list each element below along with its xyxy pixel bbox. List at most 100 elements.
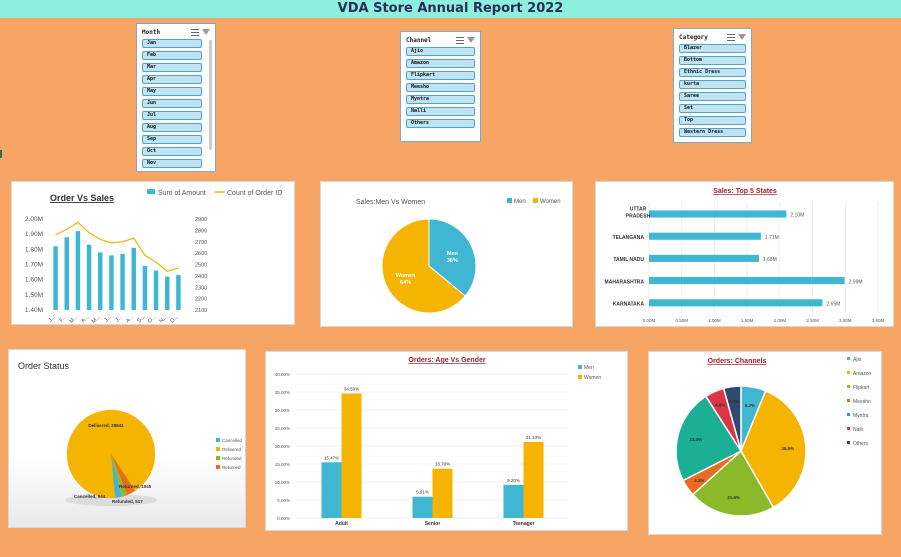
y-tick-label: 1.60M (25, 277, 43, 284)
category-slicer-title: Category (679, 33, 708, 41)
channel-slicer-item[interactable]: Flipkart (406, 71, 475, 80)
clear-filter-icon[interactable] (467, 36, 475, 43)
y2-tick-label: 2100 (195, 308, 207, 314)
legend-label: Cancelled (222, 438, 243, 443)
y-tick-label: 30.00% (275, 408, 290, 413)
month-slicer-item[interactable]: Jan (142, 39, 202, 48)
bar-amount (131, 247, 136, 310)
legend-label: Others (853, 441, 869, 447)
bar-amount (64, 237, 69, 310)
channel-slicer-item[interactable]: Amazon (406, 59, 475, 68)
month-slicer-item[interactable]: Sep (142, 135, 202, 144)
bar-amount (86, 244, 92, 310)
bar-value-label: 1.68M (763, 257, 777, 263)
x-tick-label: Teenager (513, 521, 535, 527)
y-tick-label: 20.00% (275, 444, 290, 449)
y-tick-label: PRADESH (626, 213, 651, 219)
multi-select-icon[interactable] (727, 33, 735, 41)
x-tick-label: 2.00M (774, 318, 787, 323)
y2-tick-label: 2500 (195, 263, 207, 269)
channel-slicer-item[interactable]: Meesho (406, 83, 475, 92)
month-slicer-item[interactable]: Jun (142, 99, 202, 108)
y-tick-label: 25.00% (275, 426, 290, 431)
legend-swatch-men (507, 198, 512, 203)
bar-amount (176, 275, 181, 310)
x-tick-label: A... (125, 314, 135, 324)
month-slicer-item[interactable]: Feb (142, 51, 202, 60)
slice-label: 4.3% (729, 399, 739, 404)
chart-title: Orders: Age Vs Gender (408, 357, 485, 364)
category-slicer-item[interactable]: Top (679, 116, 746, 125)
category-slicer-item[interactable]: Set (679, 104, 746, 113)
x-tick-label: J... (103, 314, 113, 324)
category-slicer-item[interactable]: Ethnic Dress (679, 68, 746, 77)
bar-women (341, 393, 362, 518)
month-slicer-item[interactable]: Mar (142, 63, 202, 72)
legend-label: Flipkart (853, 385, 870, 391)
y2-tick-label: 2400 (195, 274, 207, 280)
month-slicer-item[interactable]: Apr (142, 75, 202, 84)
bar-men (503, 484, 524, 518)
legend-swatch (847, 371, 850, 374)
y2-tick-label: 2300 (195, 285, 207, 291)
x-tick-label: F... (59, 314, 69, 324)
category-slicer-item[interactable]: Blazer (679, 44, 746, 53)
multi-select-icon[interactable] (456, 36, 464, 44)
x-tick-label: J... (115, 314, 125, 324)
category-slicer-item[interactable]: Saree (679, 92, 746, 101)
category-slicer-item[interactable]: Bottom (679, 56, 746, 65)
bar-state (649, 277, 845, 285)
y-tick-label: 40.00% (275, 372, 290, 377)
y2-tick-label: 2700 (195, 240, 207, 246)
order-status-chart: Order Status Delivered, 28641 Returned, 10… (8, 349, 246, 528)
legend-swatch (847, 441, 850, 444)
y-tick-label: KARNATAKA (613, 301, 645, 307)
y-tick-label: 1.50M (25, 292, 43, 299)
bar-value-label: 1.71M (765, 235, 779, 241)
month-slicer-scrollbar[interactable] (209, 40, 212, 150)
chart-title: Sales: Top 5 States (713, 188, 777, 195)
x-tick-label: 0.50M (675, 318, 688, 323)
legend-swatch (216, 456, 220, 460)
category-slicer[interactable]: Category Blazer Bottom Ethnic Dress kurta Sar… (673, 28, 752, 143)
slice-label: 23.4% (689, 437, 702, 442)
legend-label: Women (540, 199, 561, 205)
category-slicer-item[interactable]: Western Dress (679, 128, 746, 137)
slice-label: Cancelled, 844 (74, 494, 106, 499)
y-tick-label: 15.00% (275, 462, 290, 467)
y2-tick-label: 2600 (195, 251, 207, 257)
y-tick-label: 1.70M (25, 262, 43, 269)
bar-value-label: 34.59% (344, 386, 359, 391)
y-tick-label: TELANGANA (613, 235, 645, 241)
x-tick-label: 0.00M (643, 318, 656, 323)
channel-slicer-item[interactable]: Myntra (406, 95, 475, 104)
order-vs-sales-chart: Order Vs Sales Sum of Amount Count of Orde… (11, 181, 295, 325)
channel-slicer[interactable]: Channel Ajio Amazon Flipkart Meesho Myntra Nal… (400, 31, 481, 142)
clear-filter-icon[interactable] (202, 28, 210, 35)
channel-slicer-item[interactable]: Nalli (406, 107, 475, 116)
category-slicer-item[interactable]: kurta (679, 80, 746, 89)
channel-slicer-item[interactable]: Others (406, 119, 475, 128)
month-slicer-item[interactable]: Nov (142, 159, 202, 168)
month-slicer-item[interactable]: Oct (142, 147, 202, 156)
channel-slicer-item[interactable]: Ajio (406, 47, 475, 56)
bar-value-label: 9.20% (507, 478, 520, 483)
legend-label: Sum of Amount (158, 190, 206, 197)
month-slicer-item[interactable]: Jul (142, 111, 202, 120)
legend-label: Returned (222, 465, 241, 470)
bar-amount (53, 246, 58, 310)
channel-slicer-icons (456, 36, 475, 44)
month-slicer-item[interactable]: Aug (142, 123, 202, 132)
slice-label: 35.5% (781, 446, 794, 451)
multi-select-icon[interactable] (191, 28, 199, 36)
month-slicer[interactable]: Month Jan Feb Mar Apr May Jun Jul Aug Sep Oct Nov (136, 23, 216, 172)
x-tick-label: 3.50M (872, 318, 885, 323)
legend-label: Meesho (853, 399, 871, 405)
slice-label: 4.2% (694, 478, 704, 483)
y-tick-label: 1.40M (25, 307, 43, 314)
month-slicer-item[interactable]: May (142, 87, 202, 96)
bar-state (649, 299, 823, 307)
clear-filter-icon[interactable] (738, 33, 746, 40)
slice-label: Returned, 1045 (119, 484, 152, 489)
bar-value-label: 21.13% (526, 435, 541, 440)
